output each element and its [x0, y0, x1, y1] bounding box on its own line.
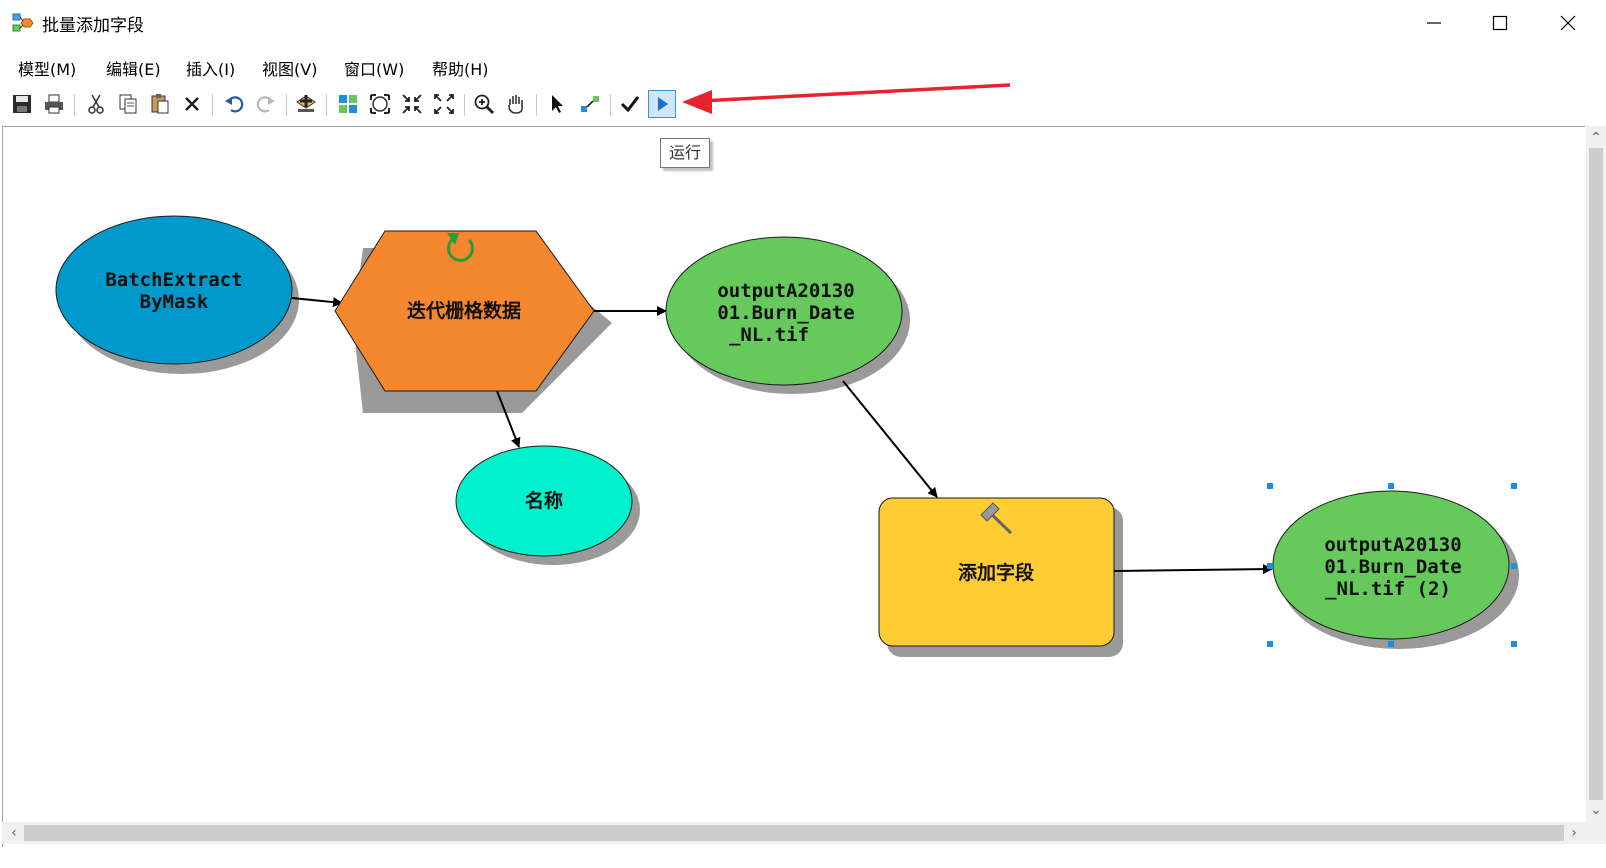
annotation-arrow: [682, 83, 1011, 114]
scroll-right-arrow-icon[interactable]: ›: [1564, 823, 1584, 843]
horizontal-scroll-thumb[interactable]: [24, 825, 1564, 841]
annotation-arrow-head: [682, 90, 712, 114]
scroll-up-arrow-icon[interactable]: ⌃: [1586, 128, 1606, 148]
run-tooltip: 运行: [660, 138, 711, 168]
annotation-arrow-line: [699, 83, 1011, 103]
scroll-down-arrow-icon[interactable]: ⌄: [1586, 800, 1606, 820]
scroll-left-arrow-icon[interactable]: ‹: [4, 823, 24, 843]
scrollbar-corner: [1586, 822, 1606, 844]
vertical-scroll-thumb[interactable]: [1589, 148, 1603, 800]
